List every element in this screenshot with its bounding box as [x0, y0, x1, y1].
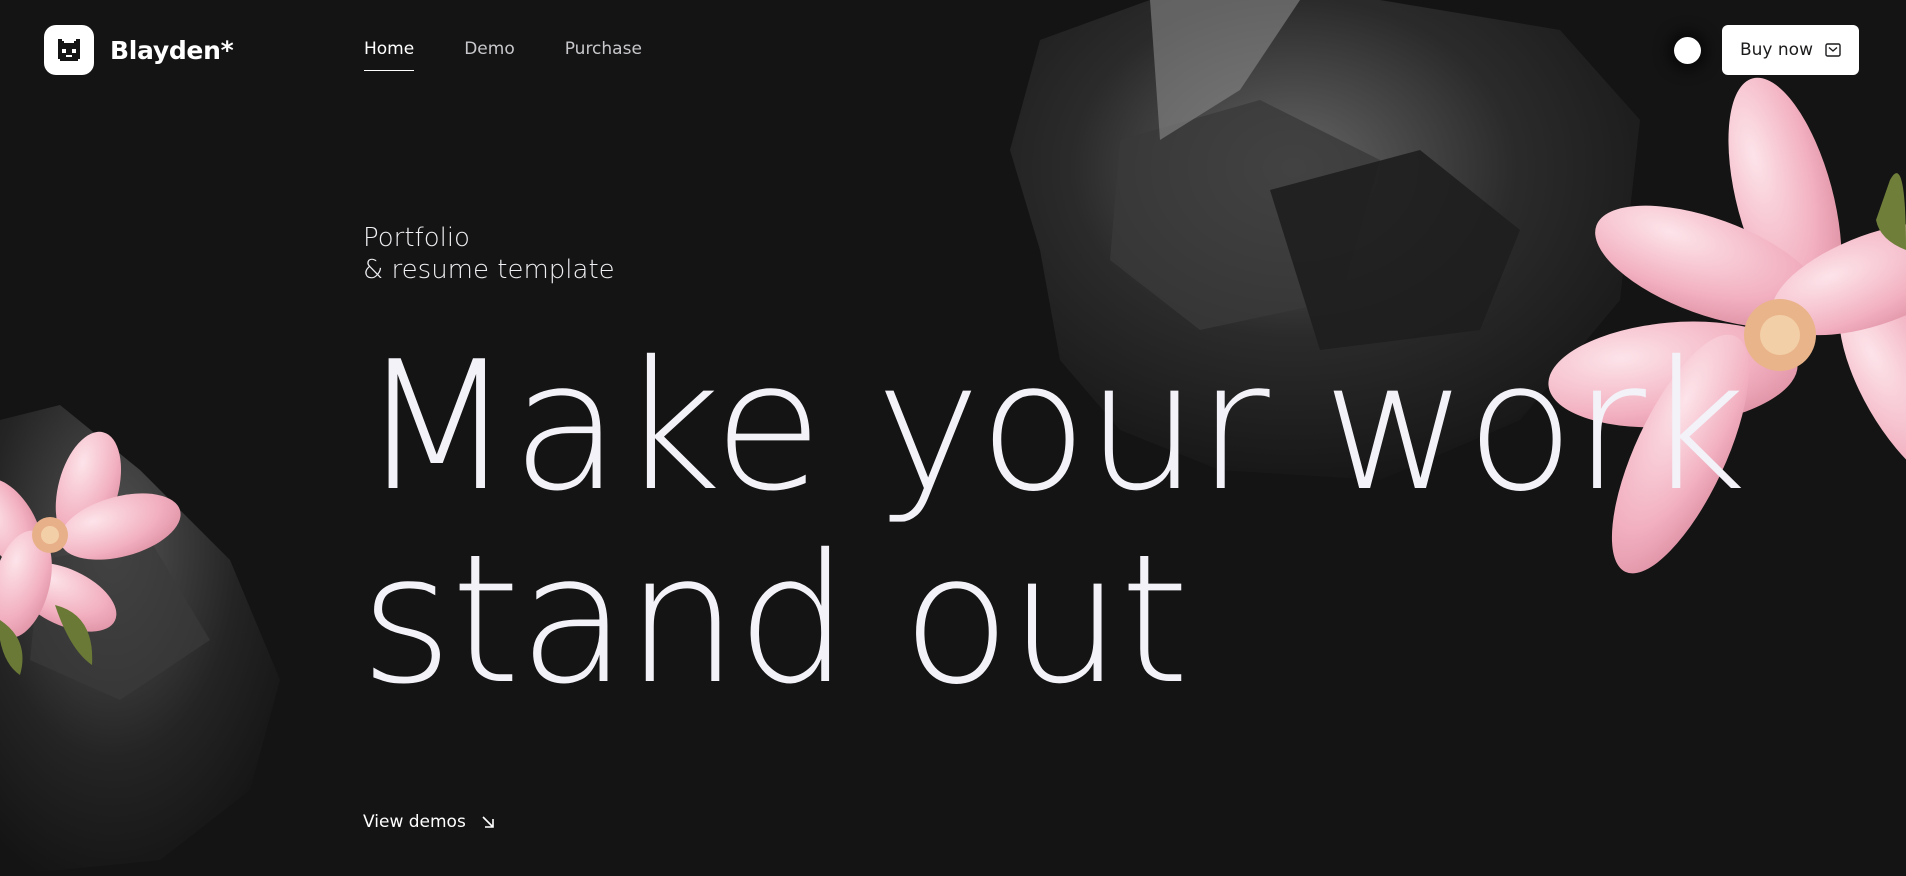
nav-item-demo[interactable]: Demo: [464, 39, 515, 71]
hero-title-line-1: Make your work: [360, 323, 1747, 530]
main-nav: Home Demo Purchase: [364, 39, 642, 71]
hero-subtitle: Portfolio & resume template: [363, 222, 615, 286]
view-demos-label: View demos: [363, 812, 466, 832]
hero-title-line-2: stand out: [360, 516, 1190, 723]
subtitle-line-2: & resume template: [363, 255, 615, 285]
arrow-down-right-icon: [482, 816, 494, 828]
nav-item-home[interactable]: Home: [364, 39, 415, 71]
cat-icon: [58, 39, 80, 61]
buy-now-button[interactable]: Buy now: [1722, 25, 1859, 75]
brand-name: Blayden*: [110, 35, 234, 65]
mail-icon: [1825, 43, 1841, 57]
view-demos-link[interactable]: View demos: [363, 812, 496, 832]
nav-item-purchase[interactable]: Purchase: [565, 39, 642, 71]
pixel-cat-logo-icon: [44, 25, 94, 75]
buy-now-label: Buy now: [1740, 40, 1813, 60]
brand[interactable]: Blayden*: [44, 25, 234, 75]
theme-toggle[interactable]: [1674, 37, 1701, 64]
subtitle-line-1: Portfolio: [363, 223, 470, 253]
hero-title: Make your work stand out: [360, 323, 1747, 723]
